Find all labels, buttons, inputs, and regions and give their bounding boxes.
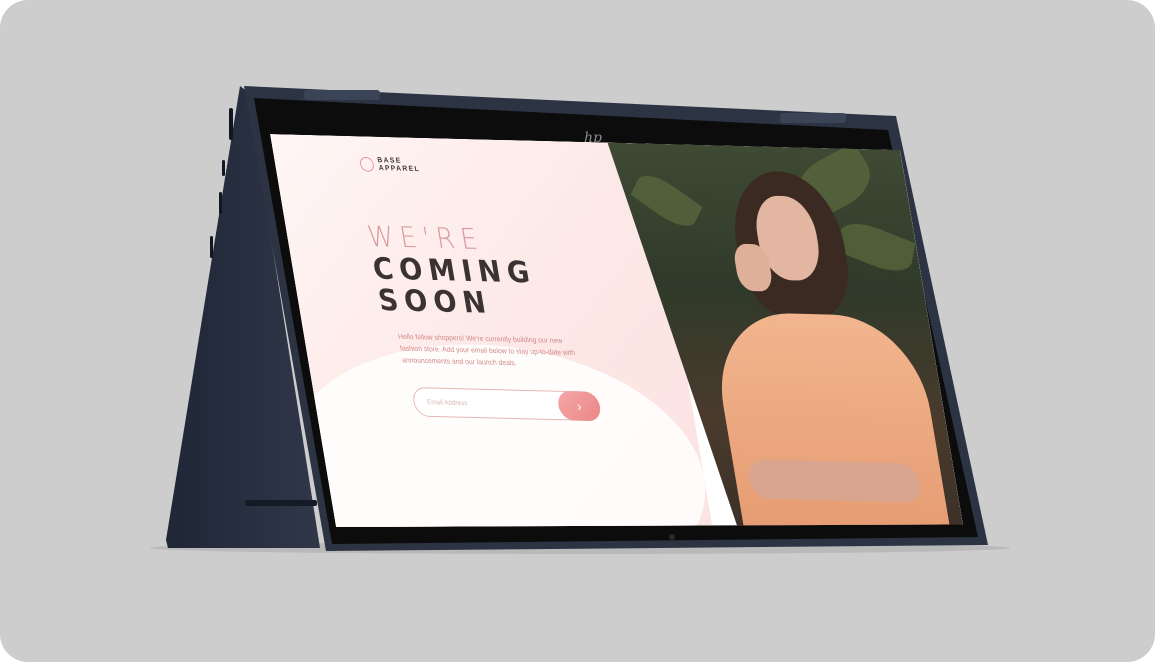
heading-dark-line-2: SOON: [375, 283, 495, 321]
webcam-icon: [669, 534, 675, 540]
logo-text: BASE APPAREL: [377, 156, 434, 173]
logo-line-2: APPAREL: [377, 163, 421, 174]
hinge-right: [780, 113, 846, 123]
model-arm: [746, 459, 924, 503]
logo-ring-icon: [359, 156, 375, 171]
background-wave: [270, 339, 726, 543]
email-form: ›: [411, 387, 602, 421]
side-port-3: [219, 192, 222, 214]
laptop-vent: [245, 500, 317, 506]
brand-logo[interactable]: BASE APPAREL: [359, 156, 434, 174]
side-port-1: [229, 108, 233, 140]
heading-light: WE'RE: [365, 219, 487, 256]
hinge-left: [304, 90, 380, 100]
heading-dark: COMING SOON: [371, 254, 616, 323]
mockup-stage: hp BASE APPAREL WE'RE COMING SOON Hello …: [0, 0, 1155, 662]
email-input[interactable]: [412, 388, 561, 419]
description-text: Hello fellow shoppers! We're currently b…: [397, 331, 576, 368]
side-port-4: [210, 236, 213, 258]
side-port-2: [222, 160, 225, 176]
chevron-right-icon: ›: [575, 398, 583, 414]
screen-content: BASE APPAREL WE'RE COMING SOON Hello fel…: [270, 134, 966, 543]
